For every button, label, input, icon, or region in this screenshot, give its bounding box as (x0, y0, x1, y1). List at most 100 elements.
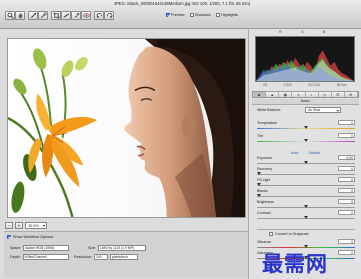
grayscale-check-box[interactable] (269, 232, 273, 236)
slider-label: Tint (257, 134, 263, 138)
toolbar: JPEG: iStock_000001544138Medium.jpg ISO … (0, 0, 361, 29)
preview-check-box[interactable] (166, 13, 170, 17)
b-readout: B: (323, 30, 327, 34)
size-label: Size: (88, 246, 96, 250)
exif-iso: ISO 100 (308, 83, 321, 87)
workflow-toggle[interactable]: Show Workflow Options (7, 235, 53, 239)
slider-thumb[interactable] (304, 216, 308, 219)
slider-value-input[interactable]: 0 (338, 177, 355, 182)
exif-aperture: f/8 (263, 83, 267, 87)
highlights-checkbox[interactable]: Highlights (216, 13, 238, 17)
watermark-text: 最需网 (262, 251, 328, 276)
shadows-label: Shadows (195, 13, 211, 17)
depth-select[interactable]: 8 Bits/Channel (22, 254, 69, 260)
hand-icon[interactable] (15, 11, 25, 20)
slider-value-input[interactable]: 0 (338, 188, 355, 193)
shadows-check-box[interactable] (190, 13, 194, 17)
divider (257, 229, 355, 230)
default-link[interactable]: Default (309, 151, 320, 155)
histogram (255, 36, 355, 82)
straighten-icon[interactable] (61, 11, 71, 20)
slider-value-input[interactable]: 0 (338, 133, 355, 138)
preview-label: Preview (171, 13, 185, 17)
eyedropper-icon[interactable] (28, 11, 38, 20)
slider-temperature: Temperature 0 (257, 120, 355, 133)
crop-icon[interactable] (51, 11, 61, 20)
window-title: JPEG: iStock_000001544138Medium.jpg ISO … (113, 1, 251, 6)
slider-thumb[interactable] (304, 126, 308, 129)
slider-value-input[interactable]: 0 (338, 120, 355, 125)
portrait-photo (8, 39, 245, 217)
slider-thumb[interactable] (304, 205, 308, 208)
space-select[interactable]: Adobe RGB (1998) (23, 245, 70, 251)
white-balance-row: White Balance: As Shot (257, 107, 355, 120)
image-preview[interactable] (7, 38, 246, 218)
zoom-icon[interactable] (5, 11, 15, 20)
camera-raw-window: JPEG: iStock_000001544138Medium.jpg ISO … (0, 0, 361, 279)
tab-presets[interactable]: ⊞ (345, 92, 358, 97)
tab-tone-curve[interactable]: ▲ (266, 92, 280, 97)
slider-label: Vibrance (257, 240, 272, 244)
slider-label: Temperature (257, 121, 278, 125)
exif-focal: 85 mm (336, 83, 347, 87)
tab-detail[interactable]: ▦ (279, 92, 293, 97)
slider-tint: Tint 0 (257, 133, 355, 146)
slider-value-input[interactable]: 0 (338, 210, 355, 215)
tab-lens[interactable]: ◎ (319, 92, 332, 97)
rotate-left-icon[interactable] (94, 11, 104, 20)
tab-hsl[interactable]: ≡ (292, 92, 306, 97)
panel-tabs: ◉ ▲ ▦ ≡ ◐ ◎ ☰ ⊞ (252, 91, 359, 98)
slider-value-input[interactable]: 0 (338, 239, 355, 244)
white-balance-label: White Balance: (257, 108, 282, 112)
slider-thumb[interactable] (256, 172, 261, 175)
tab-calibration[interactable]: ☰ (332, 92, 345, 97)
highlights-label: Highlights (221, 13, 238, 17)
shadows-checkbox[interactable]: Shadows (190, 13, 211, 17)
slider-value-input[interactable]: 0 (338, 166, 355, 171)
preview-checkbox[interactable]: Preview (166, 13, 185, 17)
tab-basic[interactable]: ◉ (253, 92, 267, 97)
white-balance-select[interactable]: As Shot (305, 107, 341, 113)
r-readout: R: (279, 30, 283, 34)
workflow-options: Show Workflow Options Space: Adobe RGB (… (4, 231, 249, 277)
slider-thumb[interactable] (304, 161, 308, 164)
zoom-in-button[interactable]: + (15, 221, 23, 229)
slider-value-input[interactable]: 0.00 (338, 155, 355, 160)
rotate-right-icon[interactable] (104, 11, 114, 20)
workflow-check-box[interactable] (7, 235, 11, 239)
g-readout: G: (301, 30, 305, 34)
slider-track[interactable] (257, 185, 355, 187)
slider-value-input[interactable]: 0 (338, 250, 355, 255)
resolution-unit-select[interactable]: pixels/inch (109, 254, 138, 260)
size-select[interactable]: 1690 by 1115 (1.9 MP) (98, 245, 146, 251)
depth-label: Depth: (10, 255, 21, 259)
retouch-icon[interactable] (71, 11, 81, 20)
slider-label: Recovery (257, 167, 273, 171)
slider-thumb[interactable] (256, 194, 261, 197)
resolution-label: Resolution: (74, 255, 92, 259)
red-eye-icon[interactable] (81, 11, 91, 20)
color-sampler-icon[interactable] (38, 11, 48, 20)
slider-label: Fill Light (257, 178, 271, 182)
grayscale-label: Convert to Grayscale (275, 232, 309, 236)
slider-track[interactable] (257, 196, 355, 198)
auto-link[interactable]: Auto (291, 151, 298, 155)
tab-split-toning[interactable]: ◐ (306, 92, 319, 97)
zoom-level-select[interactable]: 30.9% (25, 221, 47, 229)
section-title: Basic (252, 99, 359, 105)
workflow-title: Show Workflow Options (13, 235, 54, 239)
adjustments-panel: R: G: B: f/8 1/200 ISO 100 85 mm ◉ ▲ ▦ ≡… (248, 29, 361, 279)
slider-contrast: Contrast 0 (257, 210, 355, 223)
slider-label: Exposure (257, 156, 273, 160)
slider-thumb[interactable] (256, 183, 261, 186)
slider-label: Brightness (257, 200, 274, 204)
grayscale-checkbox[interactable]: Convert to Grayscale (269, 232, 309, 236)
highlights-check-box[interactable] (216, 13, 220, 17)
resolution-input[interactable]: 240 (93, 254, 108, 260)
zoom-bar: − + 30.9% (5, 220, 248, 230)
slider-track[interactable] (257, 174, 355, 176)
slider-thumb[interactable] (304, 139, 308, 142)
exif-readout: f/8 1/200 ISO 100 85 mm (255, 83, 355, 89)
slider-value-input[interactable]: 0 (338, 199, 355, 204)
zoom-out-button[interactable]: − (5, 221, 13, 229)
